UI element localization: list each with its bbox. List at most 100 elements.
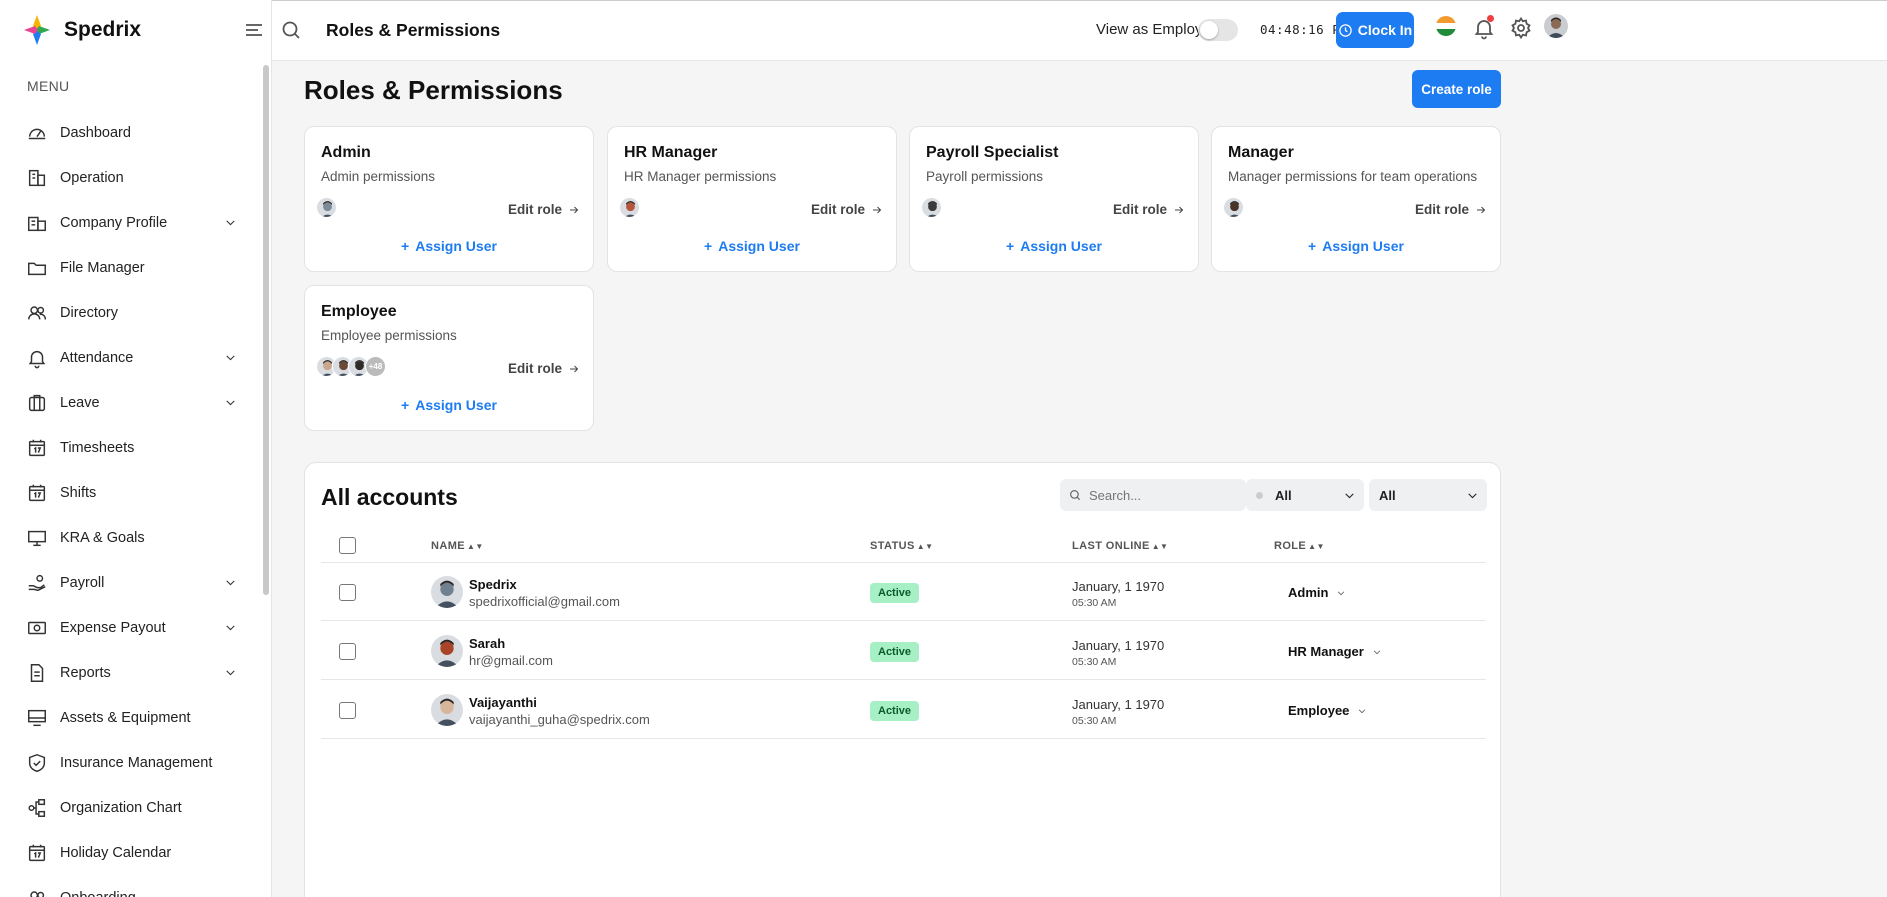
role-select[interactable]: Admin xyxy=(1288,585,1346,600)
office-icon xyxy=(26,212,48,234)
brand[interactable]: Spedrix xyxy=(0,0,271,60)
avatar xyxy=(431,576,463,608)
arrow-right-icon xyxy=(1477,206,1486,213)
spedrix-logo-icon xyxy=(22,13,52,47)
column-role[interactable]: ROLE ▲▼ xyxy=(1274,540,1325,552)
role-select[interactable]: Employee xyxy=(1288,703,1367,718)
edit-role-button[interactable]: Edit role xyxy=(508,361,580,376)
table-row[interactable]: Vaijayanthi vaijayanthi_guha@spedrix.com A… xyxy=(321,681,1486,739)
assign-user-button[interactable]: + Assign User xyxy=(305,238,593,254)
sidebar-item-shifts[interactable]: Shifts xyxy=(0,470,262,515)
india-flag-icon[interactable] xyxy=(1436,16,1456,36)
sidebar-item-label: Organization Chart xyxy=(60,799,182,816)
column-name[interactable]: NAME ▲▼ xyxy=(431,540,484,552)
sidebar-item-label: Leave xyxy=(60,394,100,411)
sidebar-scrollbar-thumb[interactable] xyxy=(263,65,269,595)
edit-role-button[interactable]: Edit role xyxy=(508,202,580,217)
sidebar-item-expense-payout[interactable]: Expense Payout xyxy=(0,605,262,650)
chevron-down-icon xyxy=(1373,649,1381,654)
status-badge: Active xyxy=(870,642,920,662)
all-accounts-panel: All accounts All All NAME▲▼ STATUS▲▼ LAS… xyxy=(304,462,1501,897)
role-name: Payroll Specialist xyxy=(926,144,1059,161)
edit-role-button[interactable]: Edit role xyxy=(1415,202,1487,217)
sidebar-item-organization-chart[interactable]: Organization Chart xyxy=(0,785,262,830)
sidebar-item-leave[interactable]: Leave xyxy=(0,380,262,425)
calendar-icon xyxy=(26,482,48,504)
clock-in-button[interactable]: Clock In xyxy=(1336,12,1414,48)
role-select-value: Employee xyxy=(1288,703,1350,718)
search-icon[interactable] xyxy=(279,18,303,42)
chevron-down-icon[interactable] xyxy=(218,621,242,634)
row-checkbox[interactable] xyxy=(339,584,356,601)
chevron-down-icon[interactable] xyxy=(218,666,242,679)
role-avatars: +48 xyxy=(316,356,386,377)
sidebar-item-assets-equipment[interactable]: Assets & Equipment xyxy=(0,695,262,740)
assign-user-button[interactable]: + Assign User xyxy=(608,238,896,254)
menu-toggle-icon[interactable] xyxy=(242,18,266,42)
role-select-value: HR Manager xyxy=(1288,644,1364,659)
sidebar-item-operation[interactable]: Operation xyxy=(0,155,262,200)
role-description: Employee permissions xyxy=(321,328,457,343)
sidebar-item-directory[interactable]: Directory xyxy=(0,290,262,335)
last-online-time: 05:30 AM xyxy=(1072,656,1117,668)
sidebar-item-payroll[interactable]: Payroll xyxy=(0,560,262,605)
gauge-icon xyxy=(26,122,48,144)
sidebar-item-label: KRA & Goals xyxy=(60,529,145,546)
sidebar-item-attendance[interactable]: Attendance xyxy=(0,335,262,380)
column-last-online[interactable]: LAST ONLINE ▲▼ xyxy=(1072,540,1168,552)
create-role-button[interactable]: Create role xyxy=(1412,70,1501,108)
role-card-admin: Admin Admin permissions Edit role + Assign U… xyxy=(304,126,594,272)
sidebar-item-company-profile[interactable]: Company Profile xyxy=(0,200,262,245)
org-chart-icon xyxy=(26,797,48,819)
sidebar-item-kra-goals[interactable]: KRA & Goals xyxy=(0,515,262,560)
assign-user-label: Assign User xyxy=(1020,238,1102,254)
assign-user-button[interactable]: + Assign User xyxy=(910,238,1198,254)
sidebar-item-reports[interactable]: Reports xyxy=(0,650,262,695)
table-row[interactable]: Spedrix spedrixofficial@gmail.com Active Ja… xyxy=(321,563,1486,621)
avatar xyxy=(316,197,337,218)
sidebar-item-label: Expense Payout xyxy=(60,619,166,636)
building-icon xyxy=(26,167,48,189)
edit-role-button[interactable]: Edit role xyxy=(811,202,883,217)
row-checkbox[interactable] xyxy=(339,643,356,660)
sidebar-item-insurance-management[interactable]: Insurance Management xyxy=(0,740,262,785)
last-online-date: January, 1 1970 xyxy=(1072,579,1165,594)
sidebar-item-label: File Manager xyxy=(60,259,145,276)
sidebar-item-onboarding[interactable]: Onboarding xyxy=(0,875,262,897)
account-name: Vaijayanthi xyxy=(469,695,537,710)
sidebar-item-timesheets[interactable]: Timesheets xyxy=(0,425,262,470)
assign-user-button[interactable]: + Assign User xyxy=(1212,238,1500,254)
last-online-date: January, 1 1970 xyxy=(1072,638,1165,653)
chevron-down-icon[interactable] xyxy=(218,351,242,364)
select-all-checkbox[interactable] xyxy=(339,537,356,554)
sidebar-scrollbar[interactable] xyxy=(262,60,271,897)
user-avatar[interactable] xyxy=(1544,14,1568,38)
accounts-search[interactable] xyxy=(1060,479,1246,511)
view-as-employee-toggle[interactable] xyxy=(1198,19,1238,41)
row-checkbox[interactable] xyxy=(339,702,356,719)
sidebar-item-holiday-calendar[interactable]: Holiday Calendar xyxy=(0,830,262,875)
sidebar-item-label: Onboarding xyxy=(60,890,262,897)
edit-role-button[interactable]: Edit role xyxy=(1113,202,1185,217)
desktop-icon xyxy=(26,707,48,729)
sidebar-item-file-manager[interactable]: File Manager xyxy=(0,245,262,290)
settings-gear-icon[interactable] xyxy=(1509,16,1533,40)
column-status[interactable]: STATUS ▲▼ xyxy=(870,540,933,552)
status-filter-select[interactable]: All xyxy=(1246,479,1364,511)
chevron-down-icon[interactable] xyxy=(218,576,242,589)
role-select[interactable]: HR Manager xyxy=(1288,644,1382,659)
sidebar-item-label: Payroll xyxy=(60,574,105,591)
table-row[interactable]: Sarah hr@gmail.com Active January, 1 1970 05… xyxy=(321,622,1486,680)
bell-icon xyxy=(26,347,48,369)
role-name: Admin xyxy=(321,144,371,161)
assign-user-button[interactable]: + Assign User xyxy=(305,397,593,413)
account-email: spedrixofficial@gmail.com xyxy=(469,594,620,609)
accounts-search-input[interactable] xyxy=(1089,487,1229,503)
chevron-down-icon[interactable] xyxy=(218,216,242,229)
role-card-hr-manager: HR Manager HR Manager permissions Edit rol… xyxy=(607,126,897,272)
chevron-down-icon[interactable] xyxy=(218,396,242,409)
table-header: NAME ▲▼ STATUS ▲▼ LAST ONLINE ▲▼ ROLE ▲▼ xyxy=(321,535,1486,563)
role-filter-select[interactable]: All xyxy=(1369,479,1487,511)
role-select-value: Admin xyxy=(1288,585,1329,600)
sidebar-item-dashboard[interactable]: Dashboard xyxy=(0,110,262,155)
